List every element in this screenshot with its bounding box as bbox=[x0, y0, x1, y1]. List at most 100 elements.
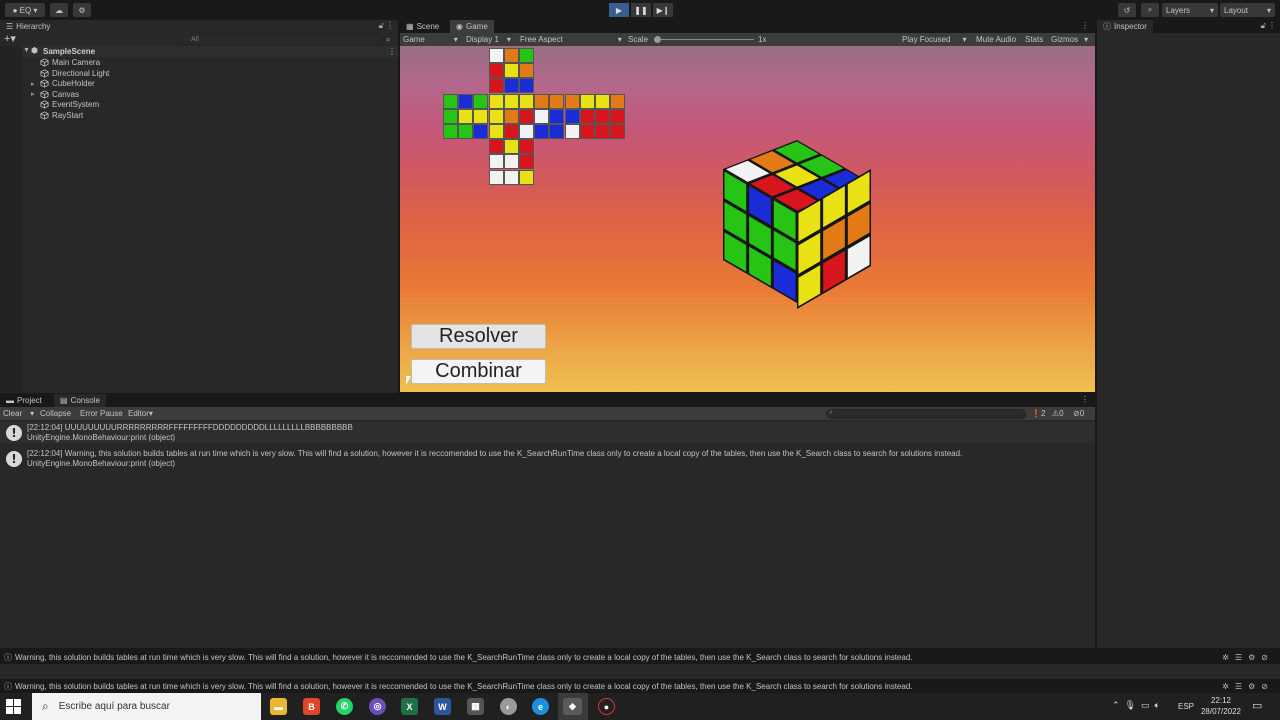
scale-slider-handle[interactable] bbox=[654, 36, 661, 43]
tab-project[interactable]: ▬ Project bbox=[0, 394, 48, 407]
net-cell-left bbox=[458, 124, 474, 139]
game-viewport[interactable]: Resolver Combinar bbox=[400, 46, 1095, 392]
resolver-button[interactable]: Resolver bbox=[411, 324, 546, 349]
editor-dropdown[interactable]: Editor ▾ bbox=[128, 407, 153, 420]
whatsapp-icon[interactable]: ✆ bbox=[336, 698, 353, 715]
status-icons[interactable]: ✲☰⚙⊘ bbox=[1222, 653, 1274, 662]
tab-hierarchy[interactable]: ☰ Hierarchy bbox=[0, 20, 57, 33]
aspect-dropdown[interactable]: Free Aspect ▾ bbox=[520, 33, 622, 46]
collapse-toggle[interactable]: Collapse bbox=[40, 407, 71, 420]
brave-icon[interactable]: B bbox=[303, 698, 320, 715]
lock-icon[interactable]: 🔓︎ ⋮ bbox=[379, 21, 394, 31]
net-cell-left bbox=[473, 93, 489, 109]
app-icon[interactable]: ◐ bbox=[500, 698, 517, 715]
expand-arrow-icon[interactable]: ▸ bbox=[31, 90, 35, 98]
layers-dropdown[interactable]: Layers ▾ bbox=[1162, 3, 1218, 17]
calculator-icon[interactable]: ▦ bbox=[467, 698, 484, 715]
log-entry[interactable]: ! [22:12:04] Warning, this solution buil… bbox=[0, 448, 1095, 469]
more-icon[interactable]: ⋮ bbox=[1081, 21, 1089, 30]
tab-scene[interactable]: ▦ Scene bbox=[400, 20, 445, 33]
console-toolbar: Clear ▾ Collapse Error Pause Editor ▾ ⌕ ❗ 2… bbox=[0, 407, 1095, 420]
collab-icon[interactable]: ⚙ bbox=[73, 3, 91, 17]
chevron-down-icon: ▾ bbox=[1266, 5, 1271, 15]
game-mode-dropdown[interactable]: Game ▾ bbox=[403, 33, 458, 46]
recorder-icon[interactable]: ● bbox=[598, 698, 615, 715]
status-icons[interactable]: ✲☰⚙⊘ bbox=[1222, 682, 1274, 691]
status-message[interactable]: Warning, this solution builds tables at … bbox=[15, 682, 913, 691]
info-count-toggle[interactable]: ❗ 2 bbox=[1031, 407, 1045, 420]
net-cell-front bbox=[488, 93, 504, 109]
hierarchy-item[interactable]: EventSystem bbox=[32, 99, 99, 110]
edge-icon[interactable]: e bbox=[532, 698, 549, 715]
net-cell-left bbox=[443, 93, 458, 109]
language-indicator[interactable]: ESP bbox=[1178, 702, 1194, 711]
add-button[interactable]: +▾ bbox=[4, 33, 16, 46]
windows-start-icon[interactable] bbox=[6, 699, 21, 714]
error-count-toggle[interactable]: ⊘ 0 bbox=[1073, 407, 1084, 420]
windows-taskbar: ⌕ Escribe aquí para buscar ▬ B ✆ ◎ X W ▦… bbox=[0, 693, 1280, 720]
gizmos-dropdown[interactable]: Gizmos ▾ bbox=[1051, 33, 1088, 46]
chevron-down-icon: ▾ bbox=[962, 35, 967, 44]
net-cell-up bbox=[503, 78, 519, 94]
scene-row[interactable]: ▼ ⬢ SampleScene ⋮ bbox=[0, 46, 398, 57]
lock-icon[interactable]: 🔓︎ ⋮ bbox=[1261, 21, 1276, 31]
clear-button[interactable]: Clear ▾ bbox=[3, 407, 34, 420]
play-button[interactable]: ▶ bbox=[609, 3, 629, 17]
account-dropdown[interactable]: ● EQ ▾ bbox=[5, 3, 45, 17]
status-message[interactable]: Warning, this solution builds tables at … bbox=[15, 653, 913, 662]
expand-arrow-icon[interactable]: ▸ bbox=[31, 80, 35, 88]
hierarchy-item[interactable]: ▸ CubeHolder bbox=[31, 78, 95, 89]
clock[interactable]: 22:12 28/07/2022 bbox=[1198, 696, 1244, 716]
history-icon[interactable]: ↺ bbox=[1118, 3, 1136, 17]
chevron-down-icon: ▾ bbox=[453, 35, 458, 44]
warn-count-toggle[interactable]: ⚠ 0 bbox=[1052, 407, 1064, 420]
taskbar-search-input[interactable]: ⌕ Escribe aquí para buscar bbox=[32, 693, 261, 720]
game-tab-label: Game bbox=[465, 22, 488, 31]
combinar-button[interactable]: Combinar bbox=[411, 359, 546, 384]
app-icon[interactable]: ◎ bbox=[369, 698, 386, 715]
scale-slider[interactable] bbox=[656, 39, 754, 40]
console-search-input[interactable]: ⌕ bbox=[826, 409, 1026, 419]
chevron-down-icon: ▾ bbox=[1209, 5, 1214, 15]
tab-console[interactable]: ▤ Console bbox=[54, 394, 106, 407]
cloud-icon[interactable]: ☁ bbox=[50, 3, 68, 17]
tab-game[interactable]: ◉ Game bbox=[450, 20, 494, 33]
hierarchy-item[interactable]: Main Camera bbox=[32, 57, 100, 68]
expand-arrow-icon[interactable]: ▼ bbox=[23, 47, 30, 54]
search-icon[interactable]: ⌕ bbox=[1141, 3, 1159, 17]
stats-toggle[interactable]: Stats bbox=[1025, 33, 1043, 46]
notifications-icon[interactable]: ▭ bbox=[1252, 699, 1262, 712]
layout-dropdown[interactable]: Layout ▾ bbox=[1220, 3, 1275, 17]
mute-audio-toggle[interactable]: Mute Audio bbox=[976, 33, 1016, 46]
net-cell-front bbox=[488, 108, 504, 124]
play-focused-dropdown[interactable]: Play Focused ▾ bbox=[902, 33, 966, 46]
tab-inspector[interactable]: ⓘ Inspector bbox=[1097, 20, 1153, 33]
display-dropdown[interactable]: Display 1 ▾ bbox=[466, 33, 511, 46]
hierarchy-item-label: Directional Light bbox=[52, 68, 110, 78]
net-cell-left bbox=[458, 108, 474, 124]
play-focused-label: Play Focused bbox=[902, 35, 951, 44]
hierarchy-item[interactable]: Directional Light bbox=[32, 68, 109, 79]
excel-icon[interactable]: X bbox=[401, 698, 418, 715]
log-entry[interactable]: ! [22:12:04] UUUUUUUUURRRRRRRRRFFFFFFFFF… bbox=[0, 422, 1095, 443]
inspector-panel bbox=[1097, 33, 1280, 648]
error-pause-toggle[interactable]: Error Pause bbox=[80, 407, 123, 420]
status-bar: ⓘ Warning, this solution builds tables a… bbox=[0, 650, 1280, 664]
hierarchy-item[interactable]: ▸ Canvas bbox=[31, 89, 80, 100]
pause-button[interactable]: ❚❚ bbox=[631, 3, 651, 17]
mouse-cursor-icon bbox=[406, 376, 411, 385]
chevron-down-icon: ▾ bbox=[30, 409, 35, 418]
tray-icons[interactable]: ⌃🎙︎▭🔈︎ bbox=[1112, 700, 1165, 711]
display-label: Display 1 bbox=[466, 35, 499, 44]
more-icon[interactable]: ⋮ bbox=[388, 47, 396, 56]
more-icon[interactable]: ⋮ bbox=[1081, 395, 1089, 404]
word-icon[interactable]: W bbox=[434, 698, 451, 715]
file-explorer-icon[interactable]: ▬ bbox=[270, 698, 287, 715]
hierarchy-search-input[interactable]: All bbox=[178, 35, 384, 45]
hierarchy-item[interactable]: RayStart bbox=[32, 110, 83, 121]
step-button[interactable]: ▶❙ bbox=[653, 3, 673, 17]
account-label: EQ bbox=[19, 5, 32, 15]
search-filter-icon[interactable]: ⌕ bbox=[386, 33, 390, 46]
hierarchy-item-label: Canvas bbox=[52, 89, 80, 99]
error-count: 0 bbox=[1079, 409, 1085, 418]
